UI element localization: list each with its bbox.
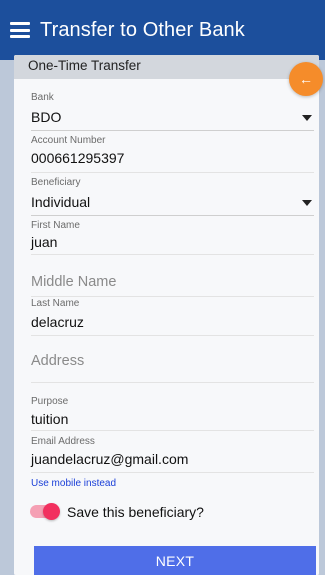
beneficiary-select[interactable]: Beneficiary Individual	[31, 175, 314, 217]
purpose-value: tuition	[31, 411, 69, 427]
first-name-value: juan	[31, 234, 58, 250]
chevron-down-icon	[302, 115, 312, 121]
middle-name-field[interactable]: Middle Name	[31, 260, 314, 300]
first-name-label: First Name	[31, 220, 80, 231]
last-name-value: delacruz	[31, 314, 84, 330]
bank-underline	[31, 130, 314, 131]
bank-select[interactable]: Bank BDO	[31, 90, 314, 132]
email-label: Email Address	[31, 436, 95, 447]
purpose-label: Purpose	[31, 396, 69, 407]
first-name-field[interactable]: First Name juan	[31, 218, 314, 258]
beneficiary-label: Beneficiary	[31, 177, 81, 188]
card-header: One-Time Transfer	[14, 55, 319, 79]
email-field[interactable]: Email Address juandelacruz@gmail.com	[31, 434, 314, 474]
bank-value: BDO	[31, 109, 62, 125]
address-placeholder: Address	[31, 353, 85, 369]
save-beneficiary-toggle[interactable]	[30, 503, 60, 520]
purpose-field[interactable]: Purpose tuition	[31, 394, 314, 432]
beneficiary-underline	[31, 215, 314, 216]
account-number-label: Account Number	[31, 135, 106, 146]
email-value: juandelacruz@gmail.com	[31, 451, 189, 467]
next-button[interactable]: NEXT	[34, 546, 316, 575]
arrow-left-icon: ←	[299, 71, 313, 87]
right-edge	[319, 60, 325, 575]
last-name-field[interactable]: Last Name delacruz	[31, 296, 314, 338]
page-title: Transfer to Other Bank	[40, 18, 245, 41]
save-beneficiary-label: Save this beneficiary?	[67, 504, 204, 520]
use-mobile-link[interactable]: Use mobile instead	[31, 478, 116, 489]
purpose-underline	[31, 430, 314, 431]
hamburger-menu-icon[interactable]	[10, 22, 30, 38]
left-edge	[0, 60, 14, 575]
first-name-underline	[31, 254, 314, 255]
toggle-knob	[43, 503, 60, 520]
beneficiary-value: Individual	[31, 194, 91, 210]
account-number-field[interactable]: Account Number 000661295397	[31, 133, 314, 175]
email-underline	[31, 472, 314, 473]
account-number-underline	[31, 172, 314, 173]
last-name-label: Last Name	[31, 298, 80, 309]
chevron-down-icon	[302, 200, 312, 206]
bank-label: Bank	[31, 92, 54, 103]
last-name-underline	[31, 335, 314, 336]
account-number-value: 000661295397	[31, 150, 125, 166]
app-bar: Transfer to Other Bank	[0, 0, 325, 60]
address-field[interactable]: Address	[31, 340, 314, 384]
address-underline	[31, 382, 314, 383]
middle-name-placeholder: Middle Name	[31, 274, 117, 290]
